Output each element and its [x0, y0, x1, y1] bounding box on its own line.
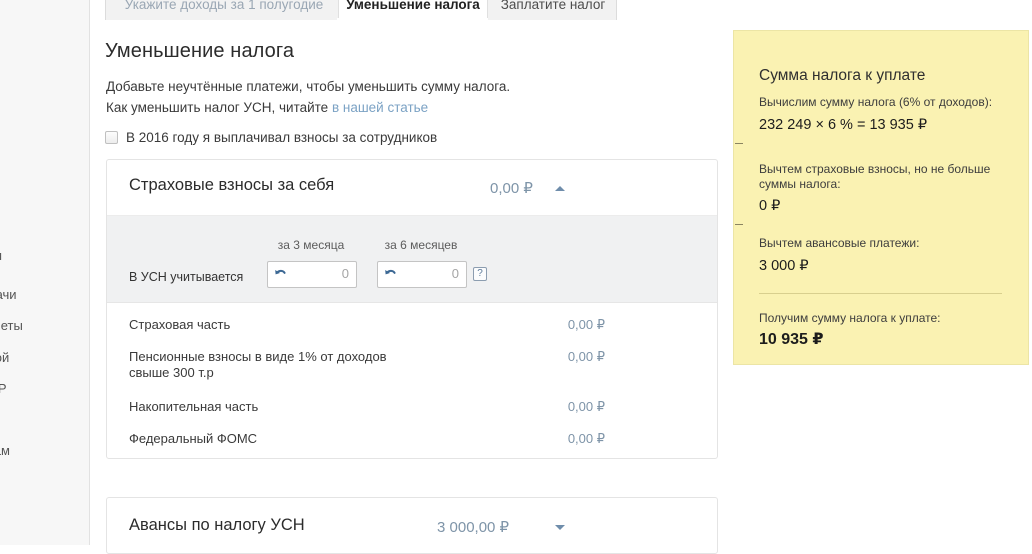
- tax-step-3-caption: Вычтем авансовые платежи:: [759, 236, 920, 250]
- employee-contributions-label: В 2016 году я выплачивал взносы за сотру…: [126, 129, 438, 145]
- left-sidebar: чи дачи тчеты вой ФР там: [0, 0, 90, 545]
- detail-label: Федеральный ФОМС: [129, 431, 258, 446]
- sidebar-item-5[interactable]: там: [0, 443, 88, 458]
- usn-input-6-months[interactable]: 0: [377, 261, 467, 288]
- usn-input-6-months-value: 0: [451, 266, 459, 281]
- tax-step-2-value: 0 ₽: [759, 198, 781, 214]
- employee-contributions-checkbox-row[interactable]: В 2016 году я выплачивал взносы за сотру…: [105, 127, 437, 147]
- article-link[interactable]: в нашей статье: [332, 100, 428, 115]
- tax-summary-title: Сумма налога к уплате: [759, 67, 926, 84]
- divider: [759, 293, 1002, 294]
- insurance-contributions-card: Страховые взносы за себя 0,00 ₽ за 3 мес…: [106, 159, 718, 459]
- column-header-6-months: за 6 месяцев: [384, 238, 458, 252]
- insurance-card-title: Страховые взносы за себя: [129, 176, 335, 194]
- table-row: Федеральный ФОМС 0,00 ₽: [107, 431, 717, 449]
- usn-input-band: за 3 месяца за 6 месяцев В УСН учитывает…: [107, 216, 717, 303]
- tax-step-3-value: 3 000 ₽: [759, 258, 809, 274]
- sidebar-item-1[interactable]: дачи: [0, 287, 88, 302]
- tax-step-2-caption: Вычтем страховые взносы, но не больше су…: [759, 162, 991, 191]
- table-row: Страховая часть 0,00 ₽: [107, 317, 717, 335]
- tab-strip: Укажите доходы за 1 полугодие Уменьшение…: [105, 0, 617, 21]
- tax-total-value: 10 935 ₽: [759, 331, 824, 348]
- usn-row-label: В УСН учитывается: [129, 270, 244, 284]
- help-icon[interactable]: ?: [473, 267, 487, 281]
- table-row: Пенсионные взносы в виде 1% от доходов св…: [107, 349, 717, 380]
- advances-card[interactable]: Авансы по налогу УСН 3 000,00 ₽: [106, 497, 718, 554]
- tab-declare-income[interactable]: Укажите доходы за 1 полугодие: [110, 0, 338, 21]
- insurance-card-header[interactable]: Страховые взносы за себя 0,00 ₽: [107, 160, 717, 216]
- caret-up-icon[interactable]: [555, 186, 565, 191]
- usn-input-3-months[interactable]: 0: [267, 261, 357, 288]
- table-row: Накопительная часть 0,00 ₽: [107, 399, 717, 417]
- undo-icon[interactable]: [273, 267, 289, 283]
- undo-icon[interactable]: [383, 267, 399, 283]
- detail-value: 0,00 ₽: [567, 317, 605, 332]
- advances-card-title: Авансы по налогу УСН: [129, 516, 305, 534]
- tax-total-caption: Получим сумму налога к уплате:: [759, 311, 941, 325]
- caret-down-icon[interactable]: [555, 525, 565, 530]
- tab-pay-tax[interactable]: Заплатите налог: [490, 0, 616, 21]
- intro-text-prefix: Как уменьшить налог УСН, читайте: [106, 100, 332, 115]
- advances-card-sum: 3 000,00 ₽: [437, 519, 510, 536]
- minus-sign-icon: [735, 224, 743, 225]
- usn-input-3-months-value: 0: [341, 266, 349, 281]
- sidebar-item-2[interactable]: тчеты: [0, 318, 88, 333]
- insurance-card-sum: 0,00 ₽: [490, 180, 533, 197]
- tax-step-1-caption: Вычислим сумму налога (6% от доходов):: [759, 95, 993, 109]
- sidebar-item-3[interactable]: вой: [0, 350, 88, 365]
- column-header-3-months: за 3 месяца: [277, 238, 345, 252]
- intro-text-line-1: Добавьте неучтённые платежи, чтобы умень…: [106, 79, 511, 94]
- detail-label: Накопительная часть: [129, 399, 259, 414]
- tax-step-1-value: 232 249 × 6 % = 13 935 ₽: [759, 117, 928, 133]
- intro-text-line-2: Как уменьшить налог УСН, читайте в нашей…: [106, 100, 428, 115]
- detail-value: 0,00 ₽: [567, 431, 605, 446]
- page-title: Уменьшение налога: [105, 40, 295, 62]
- sidebar-item-4[interactable]: ФР: [0, 381, 88, 396]
- sidebar-item-0[interactable]: чи: [0, 248, 88, 263]
- employee-contributions-checkbox[interactable]: [105, 130, 118, 144]
- tax-summary-panel: Сумма налога к уплате Вычислим сумму нал…: [733, 30, 1029, 365]
- minus-sign-icon: [735, 143, 743, 144]
- detail-value: 0,00 ₽: [567, 349, 605, 364]
- tab-bar: Укажите доходы за 1 полугодие Уменьшение…: [105, 0, 617, 22]
- detail-label: Пенсионные взносы в виде 1% от доходов св…: [129, 349, 387, 380]
- detail-label: Страховая часть: [129, 317, 231, 332]
- main-content: Уменьшение налога Добавьте неучтённые пл…: [105, 20, 725, 554]
- detail-value: 0,00 ₽: [567, 399, 605, 414]
